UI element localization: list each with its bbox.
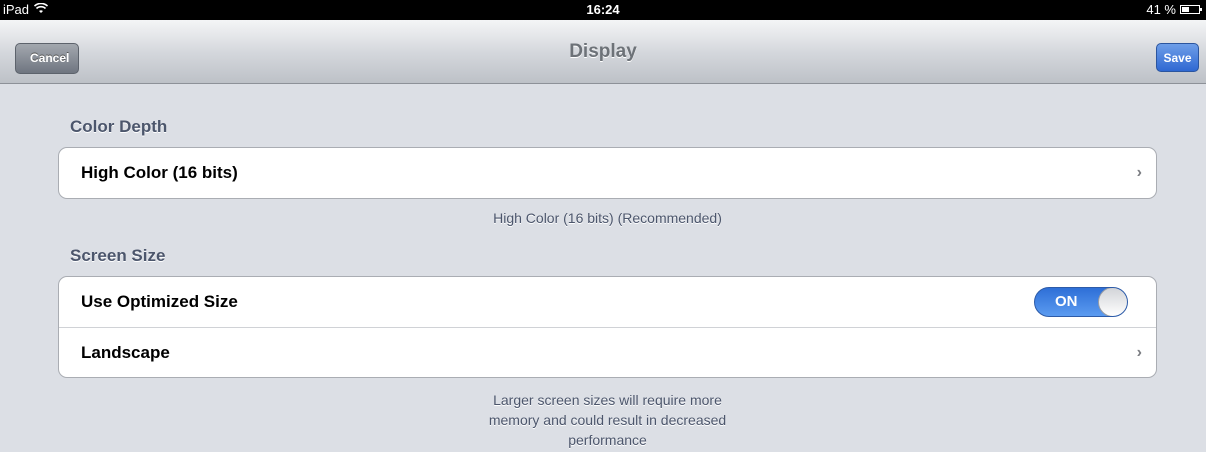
- use-optimized-size-cell: Use Optimized Size ON: [59, 277, 1156, 327]
- battery-icon: [1180, 5, 1202, 14]
- battery-percent: 41 %: [1146, 2, 1176, 17]
- screen-size-footer-line-3: performance: [568, 432, 647, 448]
- cancel-button-label: Cancel: [30, 51, 70, 65]
- toggle-knob: [1098, 288, 1127, 316]
- status-bar: iPad 16:24 41 %: [0, 0, 1206, 20]
- chevron-right-icon: ›: [1136, 344, 1142, 361]
- status-right: 41 %: [1146, 2, 1202, 17]
- navigation-bar: Display Cancel Save: [0, 20, 1206, 84]
- color-depth-cell[interactable]: High Color (16 bits) ›: [59, 148, 1156, 198]
- toggle-on-text: ON: [1055, 293, 1078, 310]
- use-optimized-size-toggle[interactable]: ON: [1034, 287, 1128, 317]
- page-title: Display: [569, 41, 637, 62]
- use-optimized-size-label: Use Optimized Size: [81, 292, 238, 311]
- color-depth-group: High Color (16 bits) ›: [58, 147, 1157, 199]
- color-depth-footer: High Color (16 bits) (Recommended): [493, 210, 722, 226]
- screen-size-footer: Larger screen sizes will require more me…: [58, 390, 1157, 450]
- save-button[interactable]: Save: [1156, 43, 1199, 72]
- screen-size-footer-line-2: memory and could result in decreased: [488, 412, 727, 428]
- cancel-button[interactable]: Cancel: [15, 43, 80, 74]
- screen-size-group: Use Optimized Size ON Landscape ›: [58, 276, 1157, 378]
- section-header-screen-size: Screen Size: [70, 246, 166, 265]
- color-depth-value: High Color (16 bits): [81, 163, 238, 182]
- screen-size-footer-line-1: Larger screen sizes will require more: [493, 392, 722, 408]
- section-header-color-depth: Color Depth: [70, 117, 168, 136]
- chevron-right-icon: ›: [1136, 164, 1142, 181]
- landscape-cell[interactable]: Landscape ›: [59, 327, 1156, 377]
- status-time: 16:24: [586, 2, 620, 17]
- landscape-label: Landscape: [81, 343, 170, 362]
